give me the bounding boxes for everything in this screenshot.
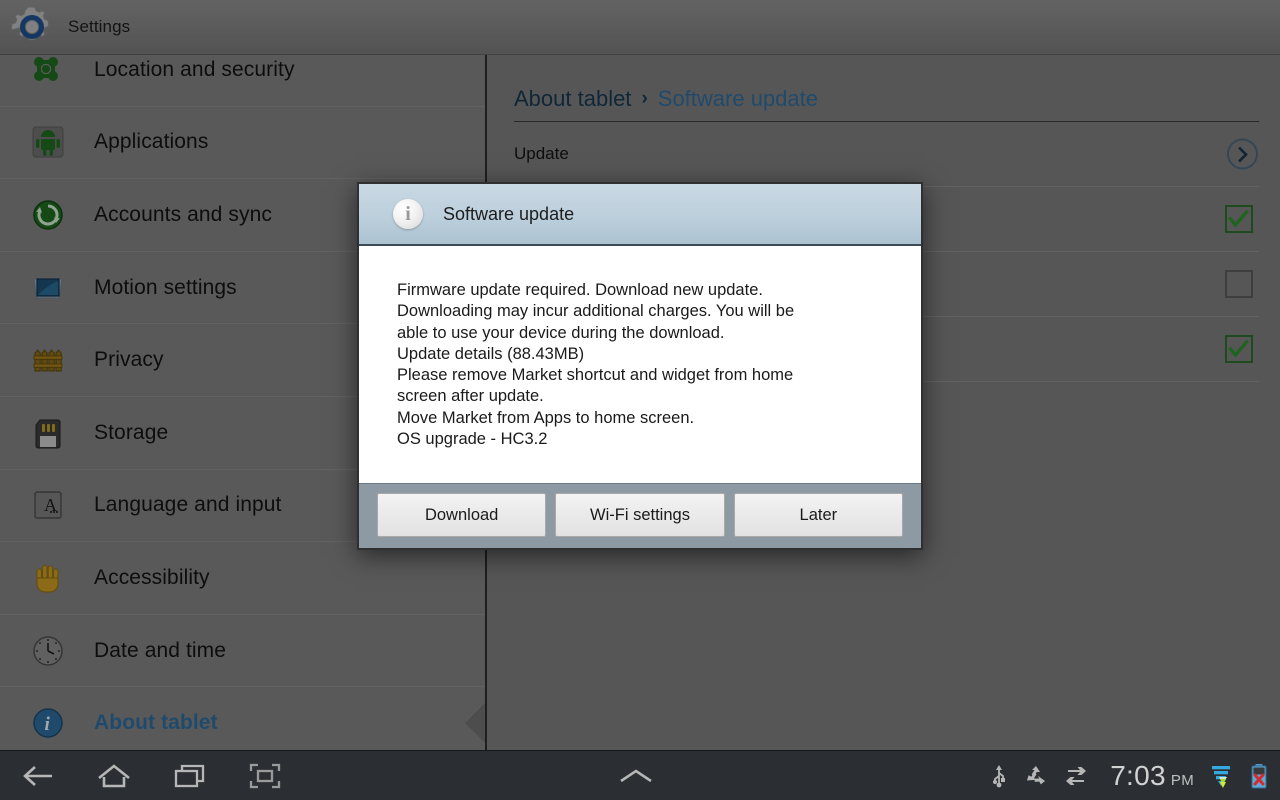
software-update-dialog: i Software update Firmware update requir…	[357, 182, 923, 550]
info-icon: i	[393, 199, 423, 229]
dialog-body: Firmware update required. Download new u…	[359, 246, 921, 483]
dialog-message-line: Downloading may incur additional charges…	[397, 302, 795, 321]
recycle-icon	[1024, 764, 1048, 788]
system-status-area[interactable]: 7:03 PM	[990, 760, 1280, 792]
tablet-screen: Location and security Applications Accou…	[0, 0, 1280, 800]
signal-download-icon	[1210, 763, 1234, 789]
dialog-message-line: screen after update.	[397, 387, 544, 406]
dialog-title: Software update	[443, 203, 575, 224]
system-nav-buttons	[0, 762, 282, 790]
system-menu-area	[282, 765, 990, 787]
dialog-message-line: Update details (88.43MB)	[397, 344, 585, 363]
dialog-message-line: Please remove Market shortcut and widget…	[397, 366, 794, 385]
dialog-message-line: able to use your device during the downl…	[397, 323, 725, 342]
clock-time: 7:03	[1110, 759, 1166, 791]
dialog-header: i Software update	[359, 184, 921, 246]
recent-apps-icon[interactable]	[172, 762, 208, 790]
dialog-message-line: Firmware update required. Download new u…	[397, 281, 763, 299]
download-button[interactable]: Download	[377, 493, 547, 537]
wifi-settings-button[interactable]: Wi-Fi settings	[555, 493, 725, 537]
battery-error-icon	[1250, 763, 1268, 789]
dialog-message-line: OS upgrade - HC3.2	[397, 430, 548, 449]
back-icon[interactable]	[22, 763, 56, 789]
usb-icon	[990, 764, 1008, 788]
clock-ampm: PM	[1170, 771, 1194, 789]
later-button[interactable]: Later	[733, 493, 903, 537]
screenshot-icon[interactable]	[248, 762, 282, 790]
system-bar: 7:03 PM	[0, 750, 1280, 800]
system-clock: 7:03 PM	[1110, 760, 1194, 792]
dialog-button-bar: Download Wi-Fi settings Later	[359, 483, 921, 548]
sync-icon	[1064, 765, 1088, 787]
home-icon[interactable]	[96, 762, 132, 790]
chevron-up-icon[interactable]	[616, 765, 656, 787]
dialog-message-line: Move Market from Apps to home screen.	[397, 408, 695, 427]
